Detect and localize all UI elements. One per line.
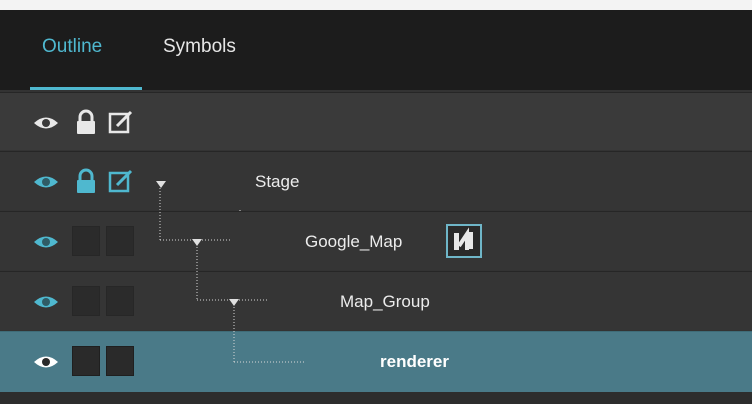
edit-icon[interactable] [106, 107, 134, 137]
symbol-icon[interactable] [446, 224, 482, 258]
layer-name: renderer [380, 352, 449, 371]
eye-icon [34, 176, 58, 188]
eye-icon[interactable] [32, 107, 60, 137]
layer-name: Map_Group [340, 292, 430, 311]
top-strip [0, 0, 752, 10]
lock-icon [77, 168, 95, 193]
tab-bar: Outline Symbols [0, 10, 752, 90]
eye-icon [34, 356, 58, 368]
visibility-toggle[interactable] [32, 226, 60, 256]
layer-name: Google_Map [305, 232, 403, 251]
tab-symbols[interactable]: Symbols [163, 10, 236, 90]
layer-name: Stage [255, 172, 300, 191]
edit-icon [108, 169, 133, 193]
tab-outline[interactable]: Outline [42, 10, 102, 90]
edit-toggle[interactable] [106, 346, 134, 376]
layer-row-renderer[interactable]: renderer [0, 331, 752, 392]
layer-row-map-group[interactable]: Map_Group [0, 271, 752, 330]
lock-icon[interactable] [72, 107, 100, 137]
lock-toggle[interactable] [72, 226, 100, 256]
active-tab-indicator [30, 87, 142, 90]
layer-row-google-map[interactable]: Google_Map [0, 211, 752, 270]
bottom-strip [0, 392, 752, 404]
global-toggles-row [0, 92, 752, 150]
lock-toggle[interactable] [72, 346, 100, 376]
lock-toggle[interactable] [72, 166, 100, 196]
eye-icon [34, 296, 58, 308]
expand-triangle-icon[interactable] [190, 236, 204, 248]
eye-icon [34, 236, 58, 248]
visibility-toggle[interactable] [32, 166, 60, 196]
visibility-toggle[interactable] [32, 346, 60, 376]
expand-triangle-icon[interactable] [154, 178, 168, 190]
edit-toggle[interactable] [106, 166, 134, 196]
edit-toggle[interactable] [106, 226, 134, 256]
layer-row-stage[interactable]: Stage [0, 151, 752, 210]
outline-panel: Outline Symbols Stage Google_Map Map_Gro… [0, 0, 752, 404]
lock-toggle[interactable] [72, 286, 100, 316]
visibility-toggle[interactable] [32, 286, 60, 316]
expand-triangle-icon[interactable] [227, 296, 241, 308]
edit-toggle[interactable] [106, 286, 134, 316]
